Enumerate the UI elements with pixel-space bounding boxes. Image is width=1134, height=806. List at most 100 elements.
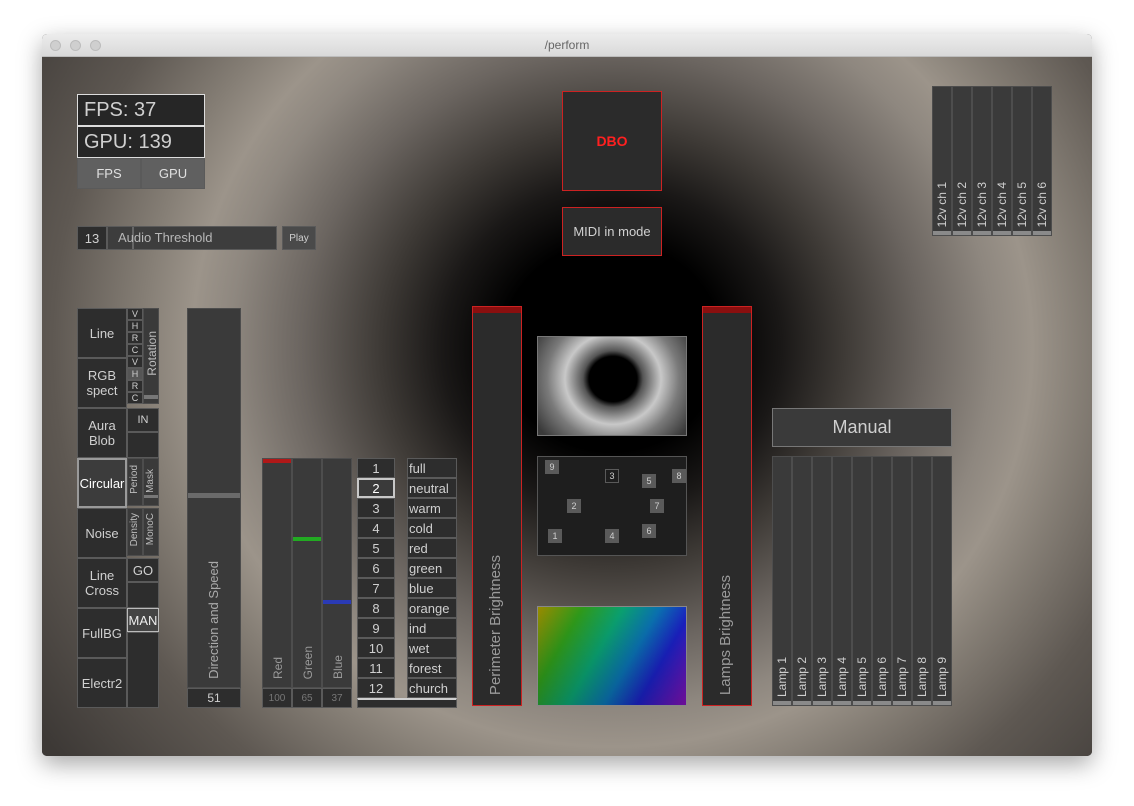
lamp-point[interactable]: 5 xyxy=(642,474,656,488)
mode-electr2-button[interactable]: Electr2 xyxy=(77,658,127,708)
lamp-point[interactable]: 8 xyxy=(672,469,686,483)
preset-name[interactable]: red xyxy=(407,538,457,558)
man-button[interactable]: MAN xyxy=(127,608,159,632)
channel-slider[interactable]: 12v ch 3 xyxy=(972,86,992,236)
lamps-brightness-slider[interactable]: Lamps Brightness xyxy=(702,306,752,706)
lamp-point[interactable]: 2 xyxy=(567,499,581,513)
red-slider[interactable]: Red xyxy=(262,458,292,688)
audio-threshold-slider[interactable]: Audio Threshold xyxy=(107,226,277,250)
channel-slider[interactable]: 12v ch 1 xyxy=(932,86,952,236)
app-window: /perform FPS: 37 GPU: 139 FPS GPU 13 Aud… xyxy=(42,34,1092,756)
toggle-r-2[interactable]: R xyxy=(127,380,143,392)
manual-button[interactable]: Manual xyxy=(772,408,952,447)
perimeter-brightness-level xyxy=(473,307,521,313)
density-label: Density xyxy=(129,513,140,547)
lamp-slider[interactable]: Lamp 8 xyxy=(912,456,932,706)
preset-name[interactable]: green xyxy=(407,558,457,578)
window-title: /perform xyxy=(544,38,590,52)
mode-rgb-spect-button[interactable]: RGB spect xyxy=(77,358,127,408)
lamp-slider[interactable]: Lamp 7 xyxy=(892,456,912,706)
toggle-c-2[interactable]: C xyxy=(127,392,143,404)
toggle-h-2[interactable]: H xyxy=(127,368,143,380)
preset-number[interactable]: 5 xyxy=(357,538,395,558)
fps-button[interactable]: FPS xyxy=(77,158,141,189)
density-slider[interactable]: Density xyxy=(127,508,143,556)
dbo-button[interactable]: DBO xyxy=(562,91,662,191)
channel-level xyxy=(993,231,1011,235)
preset-number[interactable]: 1 xyxy=(357,458,395,478)
preset-name[interactable]: ind xyxy=(407,618,457,638)
mode-noise-button[interactable]: Noise xyxy=(77,508,127,558)
play-button[interactable]: Play xyxy=(282,226,316,250)
lamp-point[interactable]: 9 xyxy=(545,460,559,474)
channel-slider[interactable]: 12v ch 5 xyxy=(1012,86,1032,236)
lamp-point[interactable]: 4 xyxy=(605,529,619,543)
perimeter-brightness-slider[interactable]: Perimeter Brightness xyxy=(472,306,522,706)
lamp-slider[interactable]: Lamp 9 xyxy=(932,456,952,706)
toggle-h-1[interactable]: H xyxy=(127,320,143,332)
gpu-button[interactable]: GPU xyxy=(141,158,205,189)
blue-slider[interactable]: Blue xyxy=(322,458,352,688)
preset-name[interactable]: wet xyxy=(407,638,457,658)
toggle-v-1[interactable]: V xyxy=(127,308,143,320)
mode-line-button[interactable]: Line xyxy=(77,308,127,358)
lamp-position-map[interactable]: 9 3 5 8 2 7 1 4 6 xyxy=(537,456,687,556)
lamp-slider[interactable]: Lamp 4 xyxy=(832,456,852,706)
mask-slider[interactable]: Mask xyxy=(143,458,159,506)
toggle-v-2[interactable]: V xyxy=(127,356,143,368)
audio-threshold-value[interactable]: 13 xyxy=(77,226,107,250)
preset-number[interactable]: 8 xyxy=(357,598,395,618)
preset-number[interactable]: 7 xyxy=(357,578,395,598)
color-picker[interactable] xyxy=(537,606,687,706)
channel-slider[interactable]: 12v ch 2 xyxy=(952,86,972,236)
mask-label: Mask xyxy=(145,469,156,493)
lamp-slider[interactable]: Lamp 2 xyxy=(792,456,812,706)
go-button[interactable]: GO xyxy=(127,558,159,582)
preset-number[interactable]: 6 xyxy=(357,558,395,578)
preset-name[interactable]: orange xyxy=(407,598,457,618)
toggle-r-1[interactable]: R xyxy=(127,332,143,344)
preset-number[interactable]: 10 xyxy=(357,638,395,658)
lamp-point[interactable]: 3 xyxy=(605,469,619,483)
lamp-slider[interactable]: Lamp 6 xyxy=(872,456,892,706)
preset-number[interactable]: 9 xyxy=(357,618,395,638)
preset-name[interactable]: blue xyxy=(407,578,457,598)
preset-number[interactable]: 11 xyxy=(357,658,395,678)
preset-name[interactable]: full xyxy=(407,458,457,478)
mode-line-cross-button[interactable]: Line Cross xyxy=(77,558,127,608)
mode-fullbg-button[interactable]: FullBG xyxy=(77,608,127,658)
mode-aura-blob-button[interactable]: Aura Blob xyxy=(77,408,127,458)
lamp-slider[interactable]: Lamp 3 xyxy=(812,456,832,706)
lamp-level xyxy=(933,701,951,705)
lamp-point[interactable]: 7 xyxy=(650,499,664,513)
lamp-slider[interactable]: Lamp 1 xyxy=(772,456,792,706)
lamp-point[interactable]: 1 xyxy=(548,529,562,543)
channel-slider[interactable]: 12v ch 4 xyxy=(992,86,1012,236)
channel-slider[interactable]: 12v ch 6 xyxy=(1032,86,1052,236)
preset-number[interactable]: 4 xyxy=(357,518,395,538)
preset-number-selected[interactable]: 2 xyxy=(357,478,395,498)
channel-level xyxy=(953,231,971,235)
rotation-slider[interactable]: Rotation xyxy=(143,308,159,404)
preset-name[interactable]: church xyxy=(407,678,457,698)
green-slider[interactable]: Green xyxy=(292,458,322,688)
preset-number[interactable]: 3 xyxy=(357,498,395,518)
preset-name[interactable]: neutral xyxy=(407,478,457,498)
mode-circular-button[interactable]: Circular xyxy=(77,458,127,508)
direction-speed-value[interactable]: 51 xyxy=(187,688,241,708)
in-button[interactable]: IN xyxy=(127,408,159,432)
channel-label: 12v ch 3 xyxy=(975,181,989,227)
toggle-c-1[interactable]: C xyxy=(127,344,143,356)
lamp-slider[interactable]: Lamp 5 xyxy=(852,456,872,706)
direction-speed-slider[interactable]: Direction and Speed xyxy=(187,308,241,688)
period-slider[interactable]: Period xyxy=(127,458,143,506)
preset-name[interactable]: cold xyxy=(407,518,457,538)
midi-in-mode-button[interactable]: MIDI in mode xyxy=(562,207,662,256)
preset-number[interactable]: 12 xyxy=(357,678,395,698)
preset-name[interactable]: warm xyxy=(407,498,457,518)
lamp-level xyxy=(813,701,831,705)
monoc-slider[interactable]: MonoC xyxy=(143,508,159,556)
lamp-point[interactable]: 6 xyxy=(642,524,656,538)
preset-name[interactable]: forest xyxy=(407,658,457,678)
lamps-brightness-level xyxy=(703,307,751,313)
